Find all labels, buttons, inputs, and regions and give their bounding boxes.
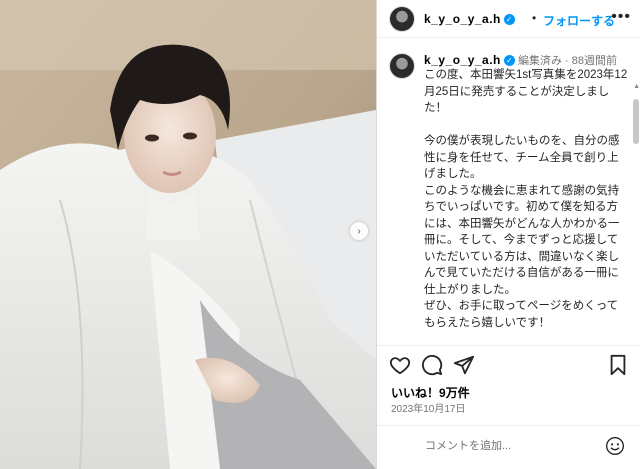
carousel-next-button[interactable]: › <box>350 222 368 240</box>
likes-count[interactable]: いいね！9万件 <box>391 384 470 401</box>
more-icon[interactable]: ••• <box>611 8 631 26</box>
username-text[interactable]: k_y_o_y_a.h <box>424 12 501 26</box>
comment-input[interactable] <box>425 435 605 457</box>
share-icon[interactable] <box>453 354 475 376</box>
dot-separator: • <box>532 11 537 25</box>
post-photo[interactable]: › <box>0 0 376 469</box>
post-side-panel: k_y_o_y_a.h ✓ • フォローする ••• k_y_o_y_a.h ✓ 編… <box>376 0 640 469</box>
bookmark-icon[interactable] <box>607 354 629 376</box>
post-date[interactable]: 2023年10月17日 <box>391 400 466 415</box>
caption-area[interactable]: k_y_o_y_a.h ✓ 編集済み · 88週間前 この度、本田響矢1st写真集… <box>377 39 640 344</box>
comment-icon[interactable] <box>421 354 443 376</box>
emoji-icon[interactable] <box>605 436 625 456</box>
follow-button[interactable]: フォローする <box>543 12 615 29</box>
scroll-up-arrow-icon[interactable]: ▲ <box>633 83 640 90</box>
caption-text: この度、本田響矢1st写真集を2023年12月25日に発売することが決定しました… <box>424 69 628 329</box>
caption-avatar[interactable] <box>389 53 415 79</box>
caption-header: k_y_o_y_a.h ✓ 編集済み · 88週間前 <box>424 52 617 68</box>
post-header: k_y_o_y_a.h ✓ • フォローする ••• <box>377 0 640 38</box>
header-username[interactable]: k_y_o_y_a.h ✓ <box>424 12 515 26</box>
verified-icon: ✓ <box>503 55 515 66</box>
caption-username[interactable]: k_y_o_y_a.h <box>424 53 501 67</box>
avatar[interactable] <box>389 6 415 32</box>
post-image <box>0 0 376 469</box>
caption-meta: 編集済み · 88週間前 <box>517 55 617 67</box>
verified-icon: ✓ <box>503 14 515 25</box>
post-actions: いいね！9万件 2023年10月17日 <box>377 345 640 435</box>
comment-box <box>377 425 640 469</box>
heart-icon[interactable] <box>389 354 411 376</box>
scrollbar-thumb[interactable] <box>633 99 639 144</box>
